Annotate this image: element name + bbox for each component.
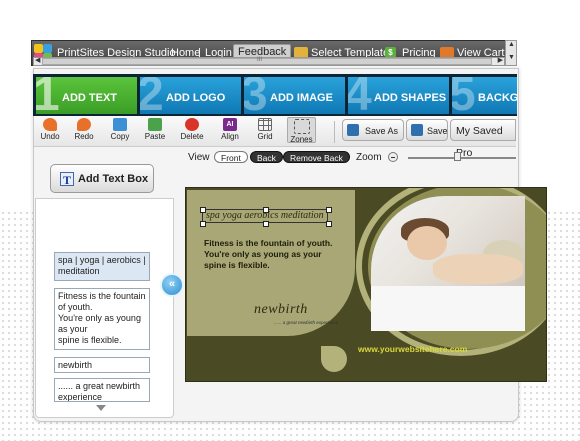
copy-button[interactable]: Copy bbox=[108, 118, 132, 141]
save-as-button[interactable]: Save As bbox=[342, 119, 404, 141]
step-tabs: 1 ADD TEXT 2 ADD LOGO 3 ADD IMAGE 4 ADD … bbox=[33, 74, 517, 116]
align-label: Align bbox=[221, 132, 239, 141]
grid-label: Grid bbox=[257, 132, 273, 141]
add-text-box-label: Add Text Box bbox=[78, 173, 149, 185]
delete-icon bbox=[185, 118, 199, 131]
view-front-button[interactable]: Front bbox=[214, 151, 248, 163]
scroll-right-icon[interactable]: ▶ bbox=[498, 56, 503, 64]
paste-icon bbox=[148, 118, 162, 131]
delete-button[interactable]: Delete bbox=[179, 118, 205, 141]
tab-number: 4 bbox=[348, 77, 372, 114]
text-box-headline[interactable]: spa | yoga | aerobics | meditation bbox=[54, 252, 150, 281]
photo-towel bbox=[371, 286, 525, 331]
save-button[interactable]: Save bbox=[406, 119, 448, 141]
tab-label: ADD LOGO bbox=[166, 92, 226, 104]
tab-add-logo[interactable]: 2 ADD LOGO bbox=[140, 77, 241, 114]
spa-photo[interactable] bbox=[371, 196, 525, 331]
card-tagline[interactable]: ...... a great newbirth experience bbox=[274, 320, 338, 325]
vertical-scrollbar[interactable]: ▲ ▼ bbox=[505, 40, 517, 66]
zoom-slider-handle[interactable] bbox=[454, 152, 461, 161]
zones-icon bbox=[293, 119, 310, 134]
selection-handle[interactable] bbox=[326, 221, 332, 227]
zones-label: Zones bbox=[290, 135, 313, 144]
scroll-down-icon[interactable]: ▼ bbox=[508, 54, 515, 61]
scroll-up-icon[interactable]: ▲ bbox=[508, 41, 515, 48]
view-label: View bbox=[188, 152, 210, 163]
redo-label: Redo bbox=[74, 132, 94, 141]
selection-handle[interactable] bbox=[200, 221, 206, 227]
tab-number: 1 bbox=[36, 77, 60, 114]
text-icon: T bbox=[60, 172, 74, 187]
paste-button[interactable]: Paste bbox=[142, 118, 168, 141]
add-text-box-button[interactable]: T Add Text Box bbox=[50, 164, 154, 193]
card-brand[interactable]: newbirth bbox=[254, 302, 308, 318]
tab-add-shapes[interactable]: 4 ADD SHAPES bbox=[348, 77, 449, 114]
horizontal-scrollbar[interactable]: ◀ III ▶ bbox=[33, 57, 505, 66]
tab-add-image[interactable]: 3 ADD IMAGE bbox=[244, 77, 345, 114]
leaf-shape bbox=[321, 346, 347, 372]
tab-background[interactable]: 5 BACKGR bbox=[452, 77, 517, 114]
undo-icon bbox=[43, 118, 57, 131]
save-as-label: Save As bbox=[365, 126, 399, 136]
scroll-left-icon[interactable]: ◀ bbox=[35, 56, 40, 64]
grid-button[interactable]: Grid bbox=[253, 118, 277, 141]
text-box-brand[interactable]: newbirth bbox=[54, 357, 150, 373]
tab-number: 3 bbox=[244, 77, 268, 114]
copy-icon bbox=[113, 118, 127, 131]
tab-number: 2 bbox=[140, 77, 164, 114]
photo-face bbox=[407, 226, 447, 260]
tab-label: ADD SHAPES bbox=[374, 92, 447, 104]
copy-label: Copy bbox=[110, 132, 130, 141]
grid-icon bbox=[258, 118, 272, 131]
delete-label: Delete bbox=[180, 132, 204, 141]
card-body-text[interactable]: Fitness is the fountain of youth. You're… bbox=[204, 238, 354, 271]
redo-icon bbox=[77, 118, 91, 131]
photo-arm bbox=[433, 254, 523, 284]
paste-label: Paste bbox=[144, 132, 166, 141]
tab-add-text[interactable]: 1 ADD TEXT bbox=[36, 77, 137, 114]
tab-label: BACKGR bbox=[478, 92, 517, 104]
zoom-slider-track[interactable] bbox=[408, 157, 516, 159]
tab-label: ADD TEXT bbox=[62, 92, 117, 104]
undo-button[interactable]: Undo bbox=[38, 118, 62, 141]
selection-handle[interactable] bbox=[263, 207, 269, 213]
zones-button[interactable]: Zones bbox=[287, 117, 316, 144]
scrollbar-grip: III bbox=[257, 57, 263, 63]
scrollbar-thumb[interactable]: III bbox=[42, 57, 492, 65]
save-as-disk-icon bbox=[347, 124, 359, 136]
triangle-down-icon[interactable] bbox=[96, 405, 106, 411]
tab-label: ADD IMAGE bbox=[270, 92, 333, 104]
selection-handle[interactable] bbox=[263, 221, 269, 227]
align-button[interactable]: AI Align bbox=[218, 118, 242, 141]
zoom-label: Zoom bbox=[356, 152, 382, 163]
tab-number: 5 bbox=[452, 77, 476, 114]
align-icon: AI bbox=[223, 118, 237, 131]
business-card-canvas[interactable]: spa yoga aerobics meditation Fitness is … bbox=[185, 187, 547, 382]
card-url[interactable]: www.yourwebsitehere.com bbox=[358, 344, 467, 354]
undo-label: Undo bbox=[40, 132, 60, 141]
save-disk-icon bbox=[411, 124, 423, 136]
my-saved-projects-button[interactable]: My Saved Pro bbox=[450, 119, 516, 159]
zoom-out-icon[interactable] bbox=[388, 152, 398, 162]
selection-handle[interactable] bbox=[200, 207, 206, 213]
text-box-body[interactable]: Fitness is the fountain of youth. You're… bbox=[54, 288, 150, 350]
toolbar-divider bbox=[334, 121, 335, 143]
remove-back-button[interactable]: Remove Back bbox=[283, 151, 350, 163]
text-box-tagline[interactable]: ...... a great newbirth experience bbox=[54, 378, 150, 402]
view-back-button[interactable]: Back bbox=[250, 151, 283, 163]
save-label: Save bbox=[427, 126, 448, 136]
double-chevron-left-icon[interactable]: « bbox=[160, 273, 184, 297]
redo-button[interactable]: Redo bbox=[72, 118, 96, 141]
selection-handle[interactable] bbox=[326, 207, 332, 213]
edit-toolbar: Undo Redo Copy Paste Delete AI Align Gri… bbox=[34, 116, 516, 159]
